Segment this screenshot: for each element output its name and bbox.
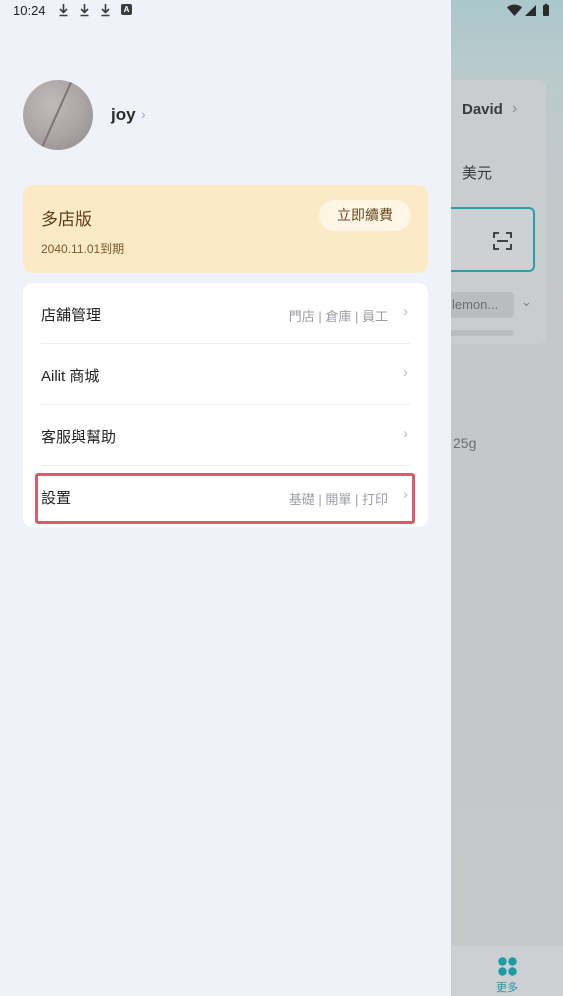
more-grid-icon xyxy=(498,957,517,976)
status-bar: 10:24 A xyxy=(0,0,563,22)
chevron-right-icon: › xyxy=(403,303,408,320)
avatar-photo-detail xyxy=(38,80,74,150)
renew-button[interactable]: 立即續費 xyxy=(319,200,411,231)
chevron-right-icon: › xyxy=(512,100,518,117)
menu-item-subtitle: 門店 | 倉庫 | 員工 xyxy=(288,309,388,324)
menu-item-ailit-mall[interactable]: Ailit 商城 › xyxy=(23,344,428,405)
menu-item-customer-service[interactable]: 客服與幫助 › xyxy=(23,405,428,466)
menu-item-label: Ailit 商城 xyxy=(41,368,100,385)
avatar[interactable] xyxy=(23,80,93,150)
system-status-icons xyxy=(507,3,549,16)
chevron-down-icon: ⌄ xyxy=(521,294,532,309)
profile-username[interactable]: joy xyxy=(111,105,136,125)
download-icon xyxy=(101,4,110,17)
download-icon xyxy=(80,4,89,17)
chevron-right-icon[interactable]: › xyxy=(141,106,146,122)
plan-card: 多店版 2040.11.01到期 立即續費 xyxy=(23,185,428,273)
download-icon xyxy=(59,4,68,17)
wifi-icon xyxy=(507,4,522,16)
bottom-nav-more-label: 更多 xyxy=(496,982,518,994)
menu-item-store-management[interactable]: 店舖管理 門店 | 倉庫 | 員工 › xyxy=(23,283,428,344)
background-weight-text: 25g xyxy=(453,435,477,451)
signal-icon xyxy=(525,5,536,16)
background-scan-field xyxy=(440,207,535,272)
plan-expiry-date: 2040.11.01到期 xyxy=(41,242,125,256)
status-time: 10:24 xyxy=(13,3,46,18)
chevron-right-icon: › xyxy=(403,364,408,381)
a-icon: A xyxy=(121,4,132,15)
plan-name: 多店版 xyxy=(41,210,92,229)
scan-icon xyxy=(493,232,512,250)
menu-item-label: 客服與幫助 xyxy=(41,429,117,446)
settings-highlight-box xyxy=(35,473,415,524)
navigation-drawer: joy › 多店版 2040.11.01到期 立即續費 店舖管理 門店 | 倉庫… xyxy=(0,0,451,996)
background-placeholder-bar xyxy=(440,330,514,336)
battery-icon xyxy=(543,3,549,16)
chevron-right-icon: › xyxy=(403,425,408,442)
menu-item-label: 店舖管理 xyxy=(41,307,102,324)
background-dropdown: lemon... xyxy=(440,292,514,318)
background-currency: 美元 xyxy=(462,165,493,182)
background-user-name: David xyxy=(462,101,503,118)
